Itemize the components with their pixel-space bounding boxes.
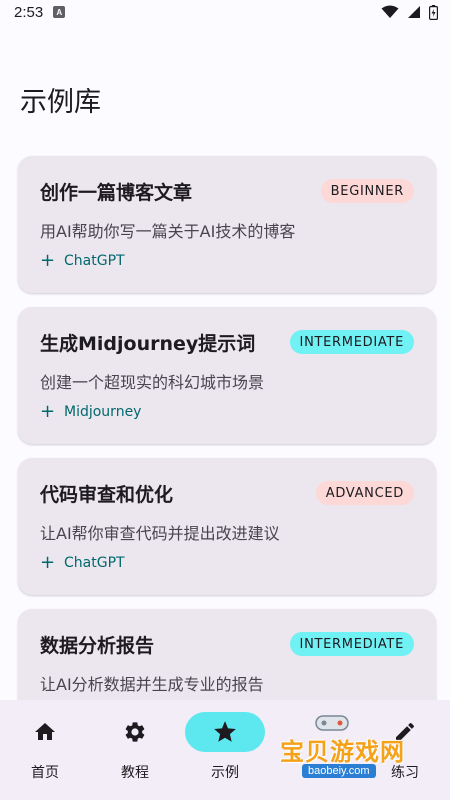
page-title: 示例库 <box>20 87 101 118</box>
example-description: 用AI帮助你写一篇关于AI技术的博客 <box>40 222 296 241</box>
nav-item-hidden[interactable] <box>270 700 360 800</box>
example-card-blog[interactable]: 创作一篇博客文章 BEGINNER 用AI帮助你写一篇关于AI技术的博客 + C… <box>18 156 436 293</box>
tool-tag: + ChatGPT <box>40 554 125 572</box>
nav-label: 教程 <box>121 765 149 781</box>
star-icon <box>214 721 236 742</box>
tool-tag-label: ChatGPT <box>64 555 125 571</box>
example-card-midjourney[interactable]: 生成Midjourney提示词 INTERMEDIATE 创建一个超现实的科幻城… <box>18 307 436 444</box>
example-description: 让AI分析数据并生成专业的报告 <box>40 675 264 694</box>
nav-item-practice[interactable]: 练习 <box>360 700 450 800</box>
nav-icon-container <box>13 714 77 750</box>
example-title: 代码审查和优化 <box>40 484 174 506</box>
tool-tag: + Midjourney <box>40 403 141 421</box>
nav-icon-container <box>103 714 167 750</box>
bottom-navigation: 首页 教程 示例 练习 <box>0 700 450 800</box>
nav-label: 练习 <box>391 765 419 781</box>
nav-icon-container <box>185 712 265 752</box>
cellular-signal-icon <box>408 6 420 18</box>
example-title: 数据分析报告 <box>40 635 155 657</box>
nav-item-examples[interactable]: 示例 <box>180 700 270 800</box>
example-description: 创建一个超现实的科幻城市场景 <box>40 373 265 392</box>
difficulty-badge: ADVANCED <box>315 481 414 505</box>
notification-app-icon: A <box>53 6 66 18</box>
example-description: 让AI帮你审查代码并提出改进建议 <box>40 524 280 543</box>
pencil-icon <box>396 722 415 741</box>
example-title: 创作一篇博客文章 <box>40 182 193 204</box>
plus-icon: + <box>40 552 56 573</box>
difficulty-badge: INTERMEDIATE <box>289 330 414 354</box>
nav-label: 首页 <box>31 765 59 781</box>
gear-icon <box>125 722 145 742</box>
tool-tag: + ChatGPT <box>40 252 125 270</box>
nav-item-tutorial[interactable]: 教程 <box>90 700 180 800</box>
nav-icon-container <box>373 714 437 750</box>
difficulty-badge: BEGINNER <box>320 179 414 203</box>
status-time: 2:53 <box>14 3 44 21</box>
plus-icon: + <box>40 250 56 271</box>
example-card-code-review[interactable]: 代码审查和优化 ADVANCED 让AI帮你审查代码并提出改进建议 + Chat… <box>18 458 436 595</box>
wifi-icon <box>381 5 399 18</box>
example-title: 生成Midjourney提示词 <box>40 333 256 355</box>
status-bar: 2:53 A <box>0 0 450 24</box>
tool-tag-label: Midjourney <box>64 404 142 420</box>
status-indicators <box>381 4 438 20</box>
battery-charging-icon <box>429 4 438 20</box>
home-icon <box>35 723 55 740</box>
nav-label: 示例 <box>211 765 239 781</box>
difficulty-badge: INTERMEDIATE <box>289 632 414 656</box>
tool-tag-label: ChatGPT <box>64 253 125 269</box>
nav-item-home[interactable]: 首页 <box>0 700 90 800</box>
example-list: 创作一篇博客文章 BEGINNER 用AI帮助你写一篇关于AI技术的博客 + C… <box>18 156 436 760</box>
plus-icon: + <box>40 401 56 422</box>
